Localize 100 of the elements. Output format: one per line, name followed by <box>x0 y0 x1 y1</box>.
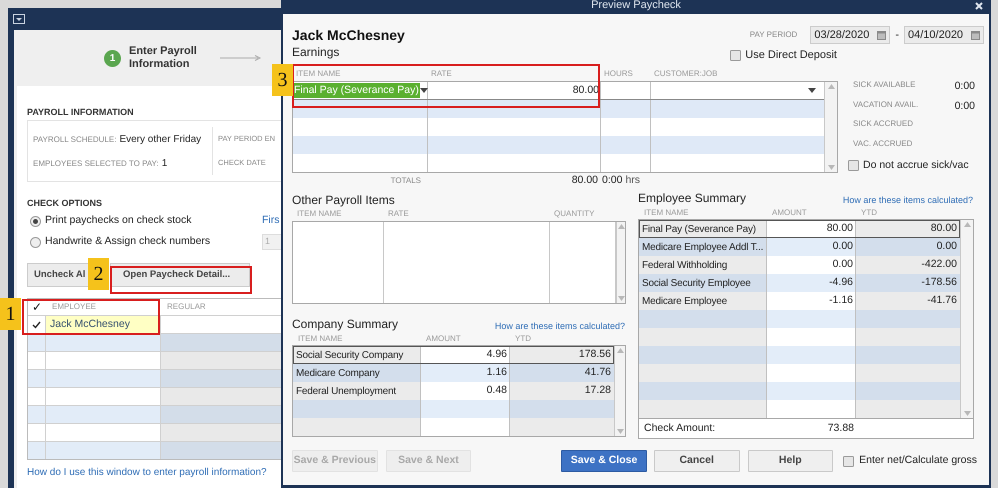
checkbox-label: Enter net/Calculate gross <box>859 453 978 468</box>
table-cell: Medicare Employee Addl T... <box>639 238 767 256</box>
scroll-up-icon <box>618 224 624 229</box>
help-link[interactable]: How are these items calculated? <box>494 320 626 333</box>
arrow-icon <box>220 55 262 61</box>
checkbox[interactable] <box>730 50 742 61</box>
help-link[interactable]: How do I use this window to enter payroll information? <box>27 465 284 480</box>
field-value: 0:00 <box>954 79 975 94</box>
step-number: 1 <box>104 50 121 66</box>
summary-row[interactable]: Federal Withholding 0.00 -422.00 <box>639 256 960 274</box>
checkbox[interactable] <box>843 456 854 466</box>
checkbox-label: Use Direct Deposit <box>745 48 837 63</box>
field-label: EMPLOYEES SELECTED TO PAY: <box>33 158 159 170</box>
scroll-down-icon <box>618 296 624 301</box>
total-value: 80.00 <box>570 173 599 188</box>
dialog-button[interactable]: Cancel <box>654 450 740 472</box>
window-menu-icon <box>13 14 25 24</box>
table-cell: Social Security Employee <box>639 274 767 292</box>
section-heading: PAYROLL INFORMATION <box>27 106 135 119</box>
total-value: 0:00 <box>602 173 622 188</box>
field-label: VAC. ACCRUED <box>852 138 912 150</box>
table-cell: -422.00 <box>856 256 960 274</box>
column-header: ITEM NAME <box>643 207 690 219</box>
calendar-icon <box>971 30 980 40</box>
date-separator: - <box>895 28 899 43</box>
column-header: EMPLOYEE <box>51 301 98 313</box>
summary-row[interactable]: Federal Unemployment 0.48 17.28 <box>293 382 614 400</box>
table-cell: Jack McChesney <box>46 316 161 333</box>
field-label: PAY PERIOD <box>750 29 798 41</box>
table-cell: -4.96 <box>767 274 856 292</box>
check-amount-value: 73.88 <box>826 420 855 436</box>
scroll-up-icon <box>616 348 624 353</box>
employee-name: Jack McChesney <box>292 26 405 45</box>
table-cell: Final Pay (Severance Pay) <box>639 220 767 238</box>
table-cell: -41.76 <box>856 292 960 310</box>
first-check-link[interactable]: Firs <box>262 213 282 229</box>
date-field[interactable]: 04/10/2020 <box>904 26 984 44</box>
dialog-button[interactable]: Help <box>748 450 834 472</box>
column-header: ITEM NAME <box>297 333 344 345</box>
scrollbar[interactable] <box>614 346 625 436</box>
summary-row[interactable]: Final Pay (Severance Pay) 80.00 80.00 <box>639 220 960 238</box>
table-cell: Federal Withholding <box>639 256 767 274</box>
table-cell: 178.56 <box>510 346 614 364</box>
scroll-up-icon <box>828 84 834 89</box>
table-cell: Medicare Company <box>293 364 421 382</box>
dialog-button[interactable]: Save & Close <box>561 450 647 472</box>
field-value: 1 <box>162 156 168 170</box>
column-header: HOURS <box>603 68 634 80</box>
calendar-icon <box>877 30 886 40</box>
checkbox-label: Do not accrue sick/vac <box>863 158 969 173</box>
check-amount-label: Check Amount: <box>643 420 716 436</box>
table-cell: 41.76 <box>510 364 614 382</box>
close-icon[interactable] <box>975 2 983 10</box>
column-header: AMOUNT <box>771 207 808 219</box>
summary-row[interactable]: Social Security Employee -4.96 -178.56 <box>639 274 960 292</box>
section-title: Earnings <box>292 46 340 59</box>
summary-row[interactable]: Social Security Company 4.96 178.56 <box>293 346 614 364</box>
table-cell: Federal Unemployment <box>293 382 421 400</box>
dropdown-caret-icon <box>420 88 428 93</box>
column-header: REGULAR <box>166 301 206 313</box>
radio-button[interactable] <box>30 216 41 226</box>
option-label: Print paychecks on check stock <box>45 213 192 228</box>
scrollbar[interactable] <box>824 82 837 172</box>
step-title: Enter Payroll Information <box>129 45 198 71</box>
summary-row[interactable]: Medicare Company 1.16 41.76 <box>293 364 614 382</box>
section-title: Employee Summary <box>638 190 746 207</box>
radio-button[interactable] <box>30 236 41 248</box>
column-header: YTD <box>514 333 532 345</box>
summary-row[interactable]: Medicare Employee Addl T... 0.00 0.00 <box>639 238 960 256</box>
summary-row[interactable]: Medicare Employee -1.16 -41.76 <box>639 292 960 310</box>
callout-badge: 1 <box>0 298 21 330</box>
table-cell: -178.56 <box>856 274 960 292</box>
callout-badge: 3 <box>272 64 293 96</box>
column-header: AMOUNT <box>425 333 462 345</box>
field-label: SICK ACCRUED <box>852 118 914 130</box>
option-label: Handwrite & Assign check numbers <box>45 234 210 250</box>
help-link[interactable]: How are these items calculated? <box>842 194 974 207</box>
date-field[interactable]: 03/28/2020 <box>810 26 890 44</box>
table-cell: Social Security Company <box>293 346 421 364</box>
column-header: YTD <box>860 207 878 219</box>
field-value: Every other Friday <box>119 132 202 146</box>
table-cell: 0.00 <box>856 238 960 256</box>
action-button[interactable]: Uncheck Al <box>27 263 88 287</box>
column-header: RATE <box>387 208 410 220</box>
table-cell: 80.00 <box>428 82 601 99</box>
section-title: Other Payroll Items <box>292 192 396 207</box>
action-button[interactable]: Open Paycheck Detail... <box>110 263 250 287</box>
window-title: Preview Paycheck <box>591 0 681 11</box>
checkbox[interactable] <box>848 160 859 172</box>
column-header: CUSTOMER:JOB <box>653 68 718 80</box>
scroll-down-icon <box>964 411 970 416</box>
scrollbar[interactable] <box>616 222 625 303</box>
column-header: ITEM NAME <box>296 208 342 220</box>
scroll-down-icon <box>828 165 834 170</box>
table-cell: 17.28 <box>510 382 614 400</box>
column-header: ✓ <box>31 299 43 316</box>
scrollbar[interactable] <box>960 220 973 418</box>
table-cell: 80.00 <box>856 220 960 238</box>
unit-label: hrs <box>625 173 640 188</box>
callout-badge: 2 <box>88 258 109 290</box>
